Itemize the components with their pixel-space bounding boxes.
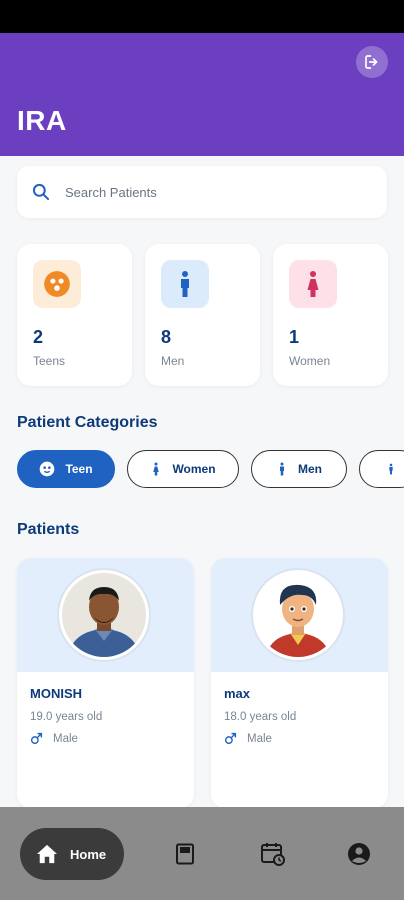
patients-title: Patients [17,521,80,538]
search-input[interactable] [65,184,345,200]
app-title: IRA [17,105,67,136]
patient-avatar [59,570,149,660]
nav-profile-button[interactable] [346,841,372,867]
patient-card[interactable]: max 18.0 years old Male [211,558,388,808]
bottom-navigation: Home [0,807,404,900]
stat-count: 2 [33,327,44,347]
male-symbol-icon [224,732,237,745]
female-person-icon [150,461,162,477]
female-person-icon [307,271,319,297]
teen-face-icon [39,461,55,477]
nav-records-button[interactable] [172,841,198,867]
category-chip-women[interactable]: Women [127,450,239,488]
nav-home-label: Home [70,846,107,862]
stat-card-women[interactable]: 1 Women [273,244,388,386]
patient-gender-label: Male [247,732,272,745]
search-bar[interactable] [17,166,387,218]
stat-count: 1 [289,327,300,347]
person-icon [389,463,393,475]
account-circle-icon [348,843,370,865]
patient-avatar [253,570,343,660]
stat-card-men[interactable]: 8 Men [145,244,260,386]
patient-gender: Male [30,732,78,745]
patient-name: MONISH [30,686,82,701]
categories-title: Patient Categories [17,414,158,431]
patient-age: 18.0 years old [224,711,297,723]
book-icon [176,843,194,865]
male-person-icon [276,461,288,477]
calendar-clock-icon [261,843,285,866]
search-icon [32,183,50,201]
category-chip-more[interactable] [359,450,404,488]
teen-face-icon [44,271,70,297]
patient-gender: Male [224,732,272,745]
stat-icon-box [289,260,337,308]
stat-count: 8 [161,327,172,347]
stat-card-teens[interactable]: 2 Teens [17,244,132,386]
patient-gender-label: Male [53,732,78,745]
stat-label: Women [289,354,331,368]
patient-name: max [224,686,251,701]
stat-label: Men [161,354,185,368]
nav-home-button[interactable]: Home [20,828,124,880]
stat-label: Teens [33,354,66,368]
category-chip-men[interactable]: Men [251,450,347,488]
logout-icon [365,55,378,69]
status-bar [0,0,404,33]
patient-card[interactable]: MONISH 19.0 years old Male [17,558,194,808]
male-symbol-icon [30,732,43,745]
nav-appointments-button[interactable] [260,841,286,867]
stat-icon-box [33,260,81,308]
patient-age: 19.0 years old [30,711,103,723]
category-chip-teen[interactable]: Teen [17,450,115,488]
chip-label: Men [298,462,322,476]
app-bar: IRA [0,33,404,156]
home-icon [37,844,57,864]
stat-icon-box [161,260,209,308]
male-person-icon [181,271,189,297]
logout-button[interactable] [356,46,388,78]
chip-label: Teen [65,462,93,476]
chip-label: Women [172,462,216,476]
